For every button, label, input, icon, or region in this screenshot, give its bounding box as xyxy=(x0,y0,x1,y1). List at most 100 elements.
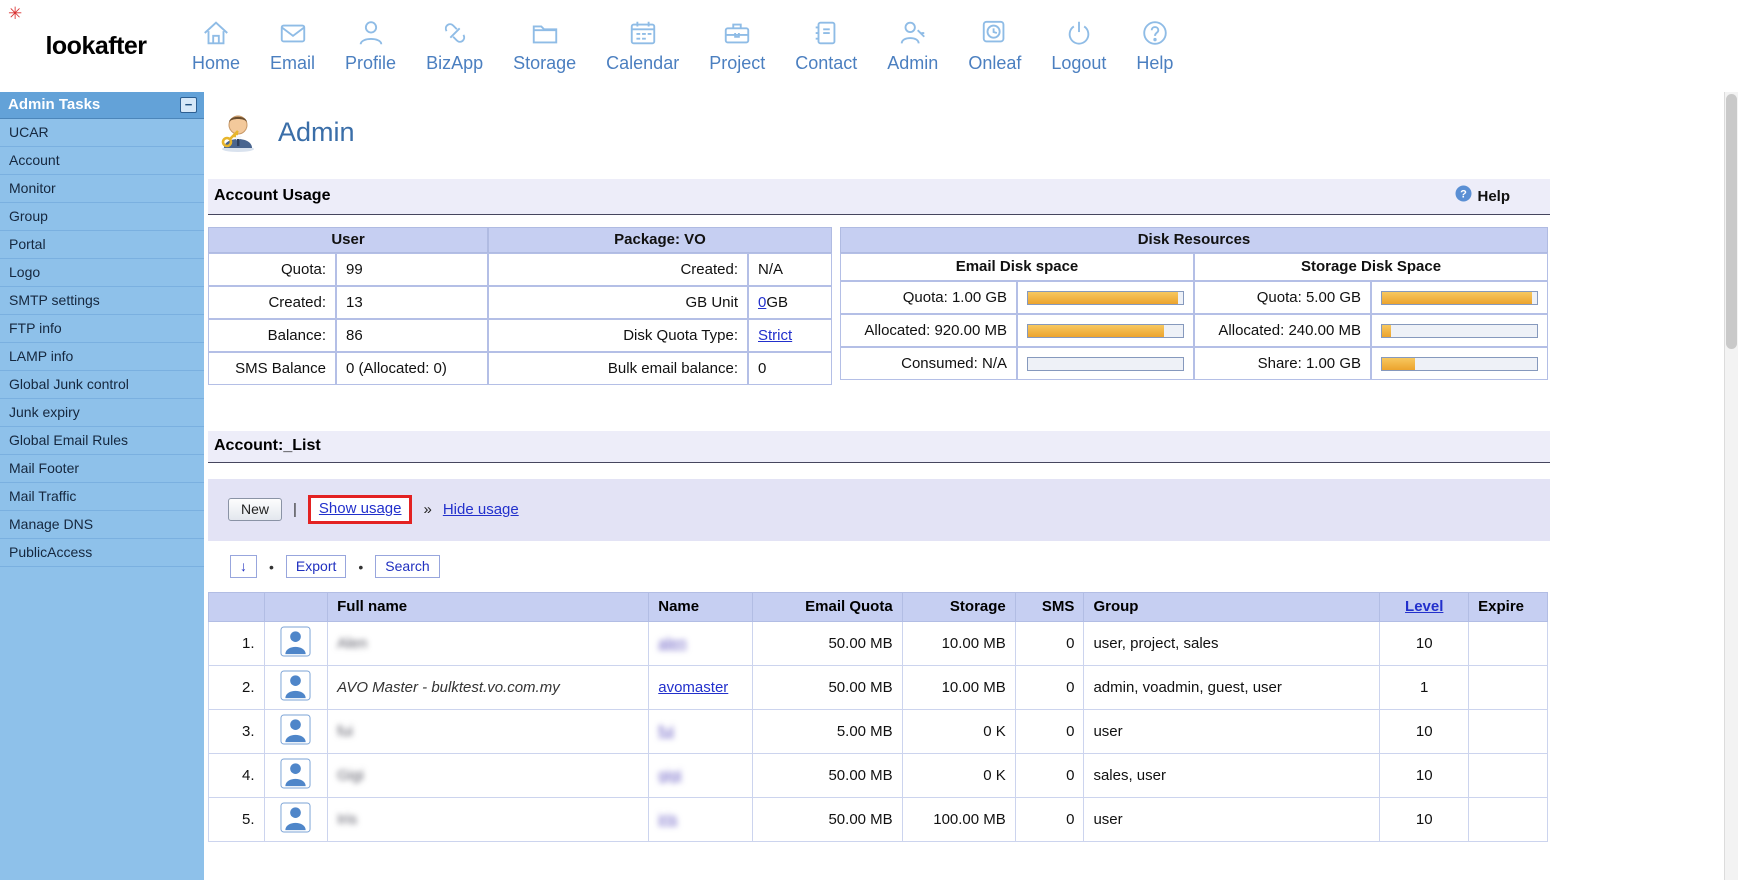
storage-disk-title: Storage Disk Space xyxy=(1194,253,1548,281)
cell-level: 10 xyxy=(1380,754,1469,798)
sidebar-item-group[interactable]: Group xyxy=(0,203,204,231)
cell-group: sales, user xyxy=(1084,754,1380,798)
sort-button[interactable]: ↓ xyxy=(230,555,257,578)
nav-item-storage[interactable]: Storage xyxy=(513,18,576,74)
sidebar: Admin Tasks − UCAR Account Monitor Group… xyxy=(0,92,204,880)
header-email-quota: Email Quota xyxy=(753,593,902,622)
header-storage: Storage xyxy=(902,593,1015,622)
sidebar-item-mail-traffic[interactable]: Mail Traffic xyxy=(0,483,204,511)
email-allocated-label: Allocated: 920.00 MB xyxy=(840,314,1017,347)
new-button[interactable]: New xyxy=(228,498,282,521)
fullname-text: fui xyxy=(337,723,353,740)
account-name-link[interactable]: avomaster xyxy=(658,679,728,696)
user-avatar-icon xyxy=(264,622,328,666)
nav-item-home[interactable]: Home xyxy=(192,18,240,74)
nav-label: Profile xyxy=(345,53,396,74)
user-balance-value: 86 xyxy=(336,319,488,352)
vertical-scrollbar[interactable] xyxy=(1724,92,1738,880)
nav-label: BizApp xyxy=(426,53,483,74)
table-row: 1. Alen alen 50.00 MB 10.00 MB 0 user, p… xyxy=(209,622,1548,666)
cell-fullname: Iris xyxy=(328,798,649,842)
nav-item-admin[interactable]: Admin xyxy=(887,18,938,74)
hide-usage-link[interactable]: Hide usage xyxy=(443,501,519,518)
nav-label: Home xyxy=(192,53,240,74)
cell-email-quota: 50.00 MB xyxy=(753,622,902,666)
account-name-link[interactable]: alen xyxy=(658,635,686,652)
search-button[interactable]: Search xyxy=(375,555,439,578)
cell-name: iris xyxy=(649,798,753,842)
cell-storage: 0 K xyxy=(902,710,1015,754)
storage-share-label: Share: 1.00 GB xyxy=(1194,347,1371,380)
sidebar-item-mail-footer[interactable]: Mail Footer xyxy=(0,455,204,483)
table-row: 3. fui fui 5.00 MB 0 K 0 user 10 xyxy=(209,710,1548,754)
sidebar-item-account[interactable]: Account xyxy=(0,147,204,175)
sidebar-item-junk-expiry[interactable]: Junk expiry xyxy=(0,399,204,427)
storage-allocated-bar xyxy=(1371,314,1548,347)
email-quota-bar-fill xyxy=(1028,292,1178,304)
cell-email-quota: 5.00 MB xyxy=(753,710,902,754)
cell-fullname: Alen xyxy=(328,622,649,666)
email-allocated-bar xyxy=(1017,314,1194,347)
scrollbar-thumb[interactable] xyxy=(1726,94,1737,349)
header-sms: SMS xyxy=(1015,593,1084,622)
show-usage-link[interactable]: Show usage xyxy=(319,500,402,517)
contact-book-icon xyxy=(811,18,841,48)
help-label: Help xyxy=(1477,188,1510,205)
sidebar-item-smtp-settings[interactable]: SMTP settings xyxy=(0,287,204,315)
cell-sms: 0 xyxy=(1015,798,1084,842)
storage-quota-bar-fill xyxy=(1382,292,1532,304)
bizapp-icon xyxy=(440,18,470,48)
email-disk-panel: Email Disk space Quota: 1.00 GB Allocate… xyxy=(840,253,1194,385)
cell-name: fui xyxy=(649,710,753,754)
nav-item-help[interactable]: Help xyxy=(1136,18,1173,74)
help-circle-icon: ? xyxy=(1455,185,1472,207)
cell-sms: 0 xyxy=(1015,666,1084,710)
sidebar-item-global-email-rules[interactable]: Global Email Rules xyxy=(0,427,204,455)
email-consumed-bar xyxy=(1017,347,1194,380)
sidebar-item-publicaccess[interactable]: PublicAccess xyxy=(0,539,204,567)
sidebar-item-lamp-info[interactable]: LAMP info xyxy=(0,343,204,371)
cell-group: user, project, sales xyxy=(1084,622,1380,666)
sidebar-item-global-junk-control[interactable]: Global Junk control xyxy=(0,371,204,399)
user-sms-balance-label: SMS Balance xyxy=(208,352,336,385)
user-quota-label: Quota: xyxy=(208,253,336,286)
export-button[interactable]: Export xyxy=(286,555,346,578)
nav-item-calendar[interactable]: Calendar xyxy=(606,18,679,74)
sidebar-item-portal[interactable]: Portal xyxy=(0,231,204,259)
cell-sms: 0 xyxy=(1015,754,1084,798)
dot-separator: • xyxy=(269,559,274,575)
cell-level: 1 xyxy=(1380,666,1469,710)
strict-link[interactable]: Strict xyxy=(758,327,792,344)
nav-item-bizapp[interactable]: BizApp xyxy=(426,18,483,74)
nav-item-onleaf[interactable]: Onleaf xyxy=(968,18,1021,74)
sidebar-item-monitor[interactable]: Monitor xyxy=(0,175,204,203)
admin-person-key-icon xyxy=(214,106,262,159)
nav-item-profile[interactable]: Profile xyxy=(345,18,396,74)
sidebar-item-ftp-info[interactable]: FTP info xyxy=(0,315,204,343)
nav-item-email[interactable]: Email xyxy=(270,18,315,74)
dot-separator: • xyxy=(358,559,363,575)
usage-help-link[interactable]: ? Help xyxy=(1455,185,1510,207)
collapse-icon[interactable]: − xyxy=(180,97,197,113)
nav-item-contact[interactable]: Contact xyxy=(795,18,857,74)
user-created-value: 13 xyxy=(336,286,488,319)
sidebar-item-manage-dns[interactable]: Manage DNS xyxy=(0,511,204,539)
user-avatar-icon xyxy=(264,666,328,710)
nav-item-project[interactable]: Project xyxy=(709,18,765,74)
sparkle-icon: ✳ xyxy=(8,4,22,24)
gb-unit-suffix: GB xyxy=(766,294,788,311)
level-sort-link[interactable]: Level xyxy=(1405,598,1443,615)
usage-header-row: User Package: VO Disk Resources xyxy=(208,227,1550,253)
account-name-link[interactable]: iris xyxy=(658,811,677,828)
gb-unit-link[interactable]: 0 xyxy=(758,294,766,311)
account-name-link[interactable]: fui xyxy=(658,723,674,740)
email-disk-title: Email Disk space xyxy=(840,253,1194,281)
svg-text:?: ? xyxy=(1461,189,1468,201)
sidebar-item-ucar[interactable]: UCAR xyxy=(0,119,204,147)
header-expire: Expire xyxy=(1469,593,1548,622)
header-avatar xyxy=(264,593,328,622)
sidebar-item-logo[interactable]: Logo xyxy=(0,259,204,287)
nav-item-logout[interactable]: Logout xyxy=(1051,18,1106,74)
cell-fullname: AVO Master - bulktest.vo.com.my xyxy=(328,666,649,710)
account-name-link[interactable]: gigi xyxy=(658,767,681,784)
